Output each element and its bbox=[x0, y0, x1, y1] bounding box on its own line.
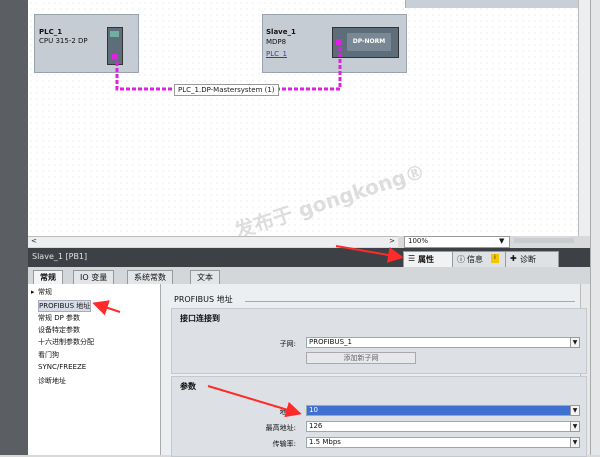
annotation-arrows bbox=[92, 245, 404, 418]
